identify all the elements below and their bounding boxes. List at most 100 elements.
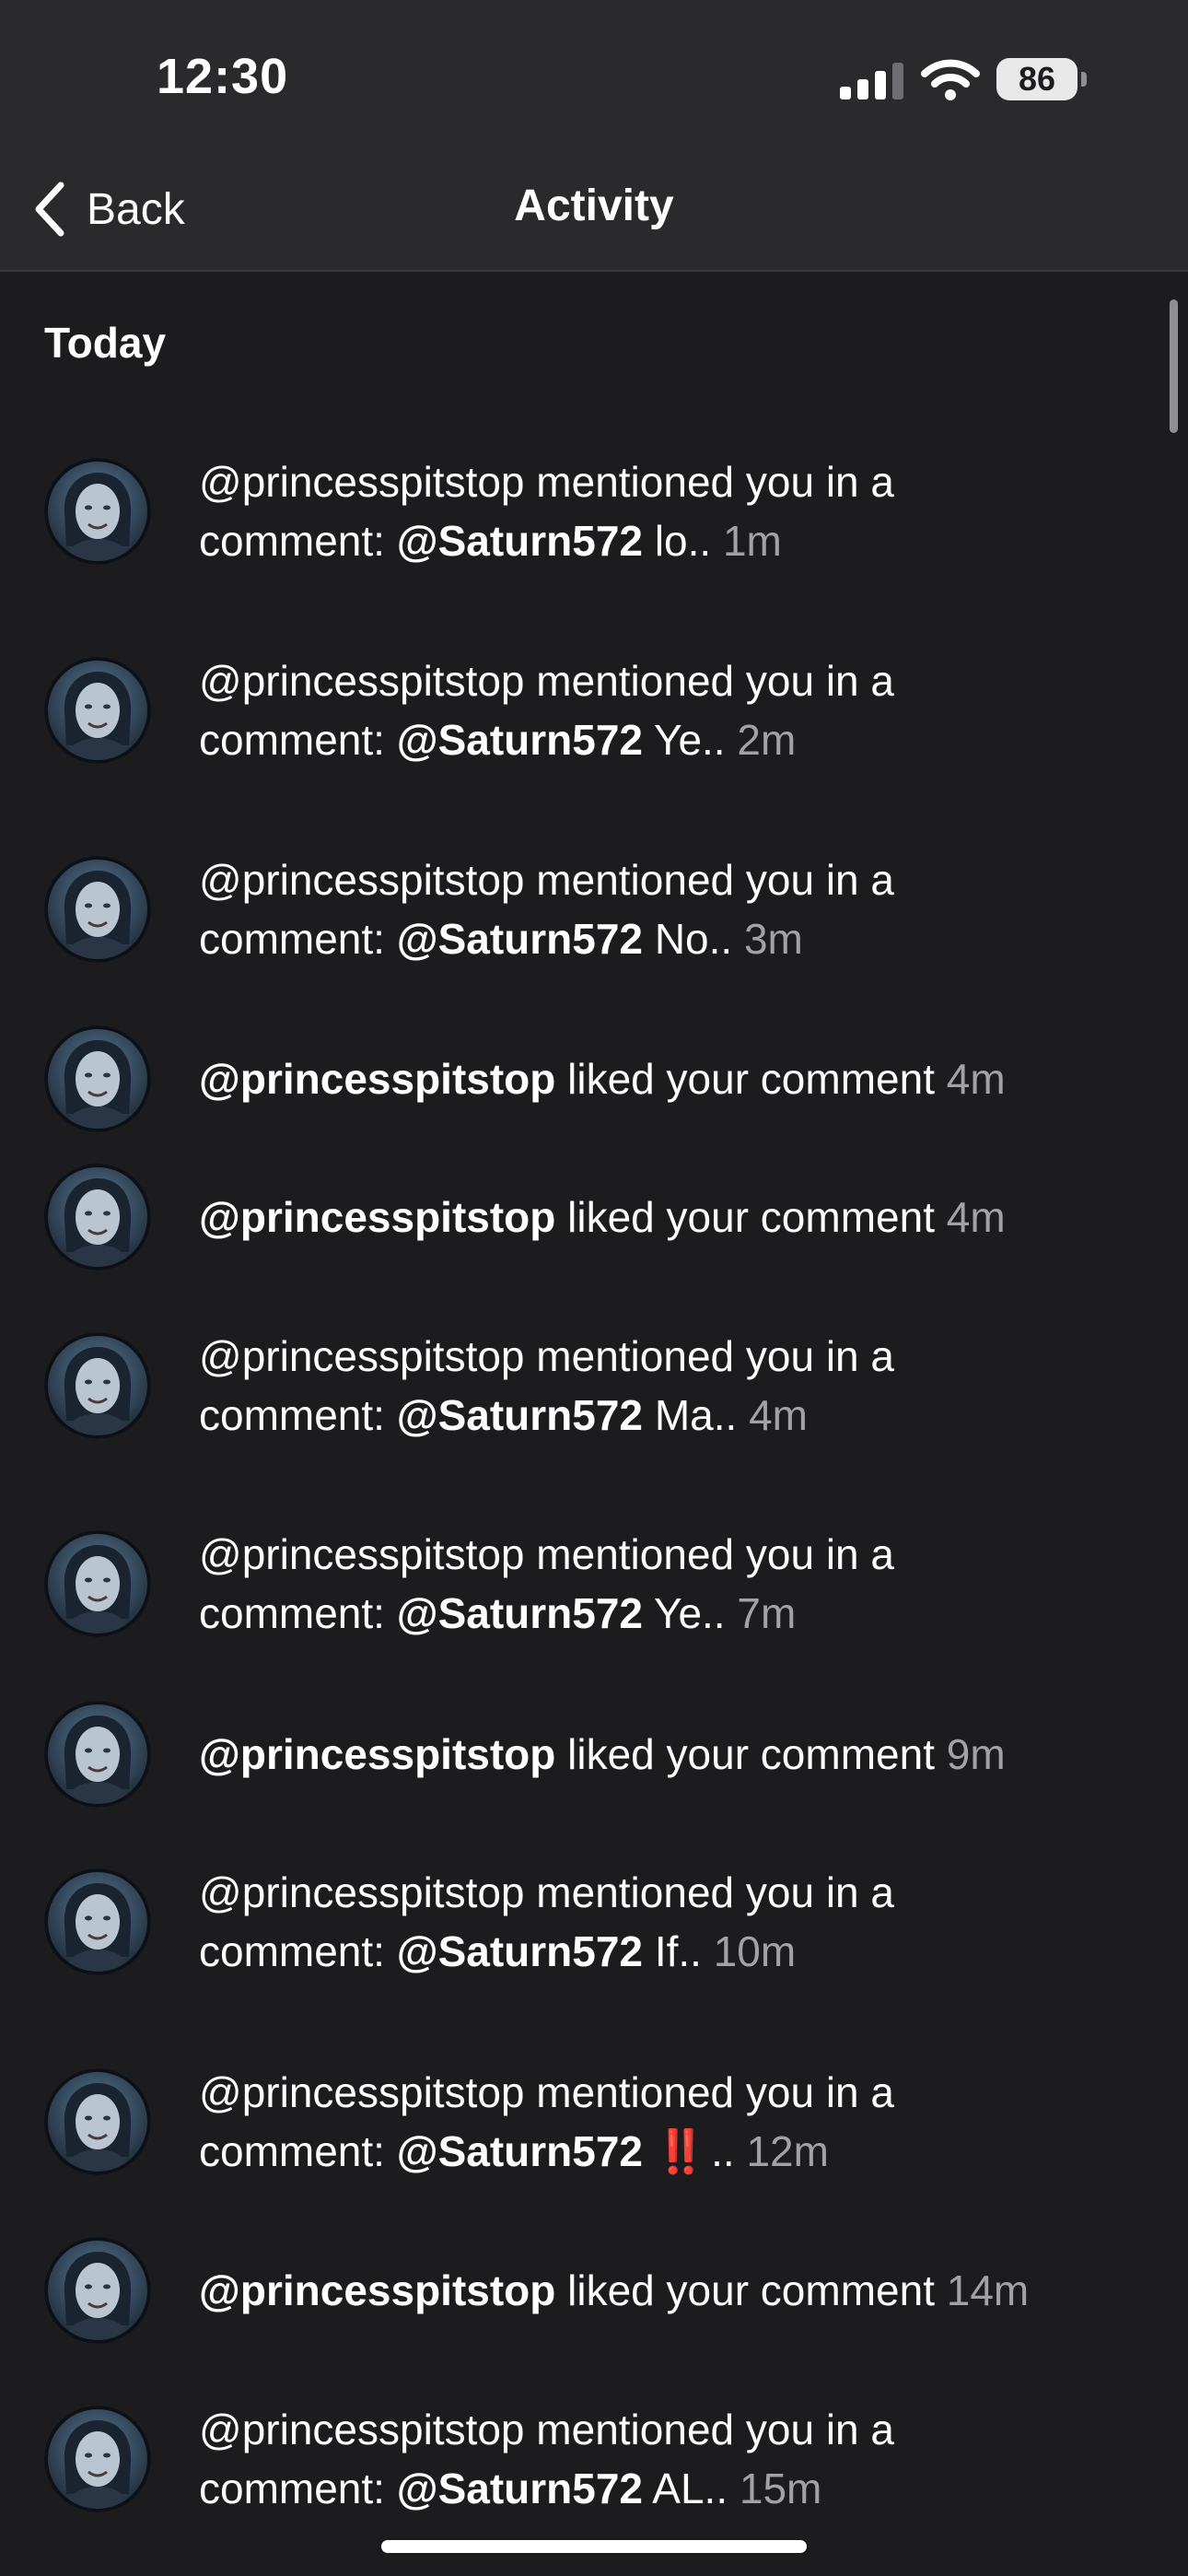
comment-prefix: comment: bbox=[199, 2127, 385, 2175]
timestamp: 12m bbox=[746, 2127, 829, 2175]
comment-prefix: comment: bbox=[199, 915, 385, 963]
comment-snippet: Ma.. bbox=[654, 1391, 738, 1439]
activity-text: @princesspitstop liked your comment 9m bbox=[199, 1725, 1138, 1784]
username[interactable]: @princesspitstop bbox=[199, 657, 525, 705]
activity-action: mentioned you in a bbox=[536, 2406, 895, 2453]
section-header-today: Today bbox=[44, 319, 167, 367]
page-title: Activity bbox=[514, 181, 674, 230]
avatar[interactable] bbox=[44, 2068, 151, 2175]
avatar[interactable] bbox=[44, 2406, 151, 2512]
avatar[interactable] bbox=[44, 1025, 151, 1132]
comment-snippet: Ye.. bbox=[653, 1589, 726, 1637]
timestamp: 3m bbox=[743, 915, 803, 963]
avatar[interactable] bbox=[44, 1332, 151, 1439]
activity-text: @princesspitstop mentioned you in a comme… bbox=[199, 1863, 1138, 1981]
avatar[interactable] bbox=[44, 1164, 151, 1270]
emoji: ‼️ bbox=[654, 2127, 707, 2175]
comment-prefix: comment: bbox=[199, 1391, 385, 1439]
scrollbar[interactable] bbox=[1170, 299, 1178, 433]
username[interactable]: @princesspitstop bbox=[199, 1730, 555, 1778]
avatar[interactable] bbox=[44, 1701, 151, 1808]
comment-snippet: lo.. bbox=[654, 517, 712, 565]
avatar[interactable] bbox=[44, 1530, 151, 1637]
activity-text: @princesspitstop mentioned you in a comme… bbox=[199, 2063, 1138, 2181]
avatar-photo bbox=[44, 458, 151, 565]
timestamp: 4m bbox=[946, 1193, 1006, 1241]
comment-prefix: comment: bbox=[199, 1927, 385, 1975]
activity-action: mentioned you in a bbox=[536, 856, 895, 904]
activity-action: mentioned you in a bbox=[536, 1332, 895, 1380]
mention-target[interactable]: @Saturn572 bbox=[397, 915, 643, 963]
mention-target[interactable]: @Saturn572 bbox=[397, 517, 643, 565]
activity-action: mentioned you in a bbox=[536, 1530, 895, 1578]
comment-snippet: AL.. bbox=[652, 2465, 728, 2512]
activity-action: liked your comment bbox=[567, 2266, 935, 2314]
comment-prefix: comment: bbox=[199, 517, 385, 565]
username[interactable]: @princesspitstop bbox=[199, 1193, 555, 1241]
comment-prefix: comment: bbox=[199, 2465, 385, 2512]
timestamp: 15m bbox=[739, 2465, 822, 2512]
mention-target[interactable]: @Saturn572 bbox=[397, 1391, 643, 1439]
top-bar: 12:30 86 Back Activity bbox=[0, 0, 1188, 272]
username[interactable]: @princesspitstop bbox=[199, 1332, 525, 1380]
avatar-photo bbox=[44, 2068, 151, 2175]
username[interactable]: @princesspitstop bbox=[199, 1530, 525, 1578]
username[interactable]: @princesspitstop bbox=[199, 1055, 555, 1103]
activity-text: @princesspitstop liked your comment 4m bbox=[199, 1049, 1138, 1108]
username[interactable]: @princesspitstop bbox=[199, 1868, 525, 1916]
username[interactable]: @princesspitstop bbox=[199, 2068, 525, 2116]
mention-target[interactable]: @Saturn572 bbox=[397, 2465, 643, 2512]
status-bar: 12:30 86 bbox=[0, 0, 1188, 157]
avatar[interactable] bbox=[44, 1868, 151, 1975]
activity-text: @princesspitstop mentioned you in a comme… bbox=[199, 850, 1138, 968]
wifi-icon bbox=[921, 59, 980, 100]
timestamp: 14m bbox=[946, 2266, 1030, 2314]
timestamp: 10m bbox=[713, 1927, 797, 1975]
avatar[interactable] bbox=[44, 856, 151, 963]
timestamp: 7m bbox=[737, 1589, 797, 1637]
timestamp: 4m bbox=[946, 1055, 1006, 1103]
timestamp: 2m bbox=[737, 716, 797, 764]
mention-target[interactable]: @Saturn572 bbox=[397, 716, 643, 764]
avatar[interactable] bbox=[44, 657, 151, 764]
avatar-photo bbox=[44, 1164, 151, 1270]
comment-prefix: comment: bbox=[199, 716, 385, 764]
avatar-photo bbox=[44, 1868, 151, 1975]
mention-target[interactable]: @Saturn572 bbox=[397, 1927, 643, 1975]
avatar-photo bbox=[44, 2237, 151, 2344]
activity-text: @princesspitstop mentioned you in a comme… bbox=[199, 452, 1138, 570]
activity-action: mentioned you in a bbox=[536, 2068, 895, 2116]
activity-text: @princesspitstop mentioned you in a comme… bbox=[199, 2400, 1138, 2518]
activity-text: @princesspitstop mentioned you in a comme… bbox=[199, 1327, 1138, 1445]
activity-text: @princesspitstop liked your comment 4m bbox=[199, 1188, 1138, 1247]
avatar-photo bbox=[44, 856, 151, 963]
avatar[interactable] bbox=[44, 458, 151, 565]
activity-action: mentioned you in a bbox=[536, 458, 895, 506]
avatar-photo bbox=[44, 1530, 151, 1637]
activity-action: mentioned you in a bbox=[536, 1868, 895, 1916]
comment-snippet: No.. bbox=[654, 915, 733, 963]
home-indicator[interactable] bbox=[381, 2540, 807, 2553]
activity-action: mentioned you in a bbox=[536, 657, 895, 705]
username[interactable]: @princesspitstop bbox=[199, 2406, 525, 2453]
activity-action: liked your comment bbox=[567, 1055, 935, 1103]
activity-text: @princesspitstop liked your comment 14m bbox=[199, 2261, 1138, 2320]
username[interactable]: @princesspitstop bbox=[199, 856, 525, 904]
avatar-photo bbox=[44, 1332, 151, 1439]
activity-text: @princesspitstop mentioned you in a comme… bbox=[199, 1525, 1138, 1643]
username[interactable]: @princesspitstop bbox=[199, 458, 525, 506]
comment-snippet: Ye.. bbox=[653, 716, 726, 764]
comment-snippet: .. bbox=[711, 2127, 735, 2175]
avatar[interactable] bbox=[44, 2237, 151, 2344]
cellular-signal-icon bbox=[840, 63, 903, 100]
username[interactable]: @princesspitstop bbox=[199, 2266, 555, 2314]
comment-prefix: comment: bbox=[199, 1589, 385, 1637]
mention-target[interactable]: @Saturn572 bbox=[397, 1589, 643, 1637]
timestamp: 4m bbox=[749, 1391, 808, 1439]
avatar-photo bbox=[44, 1701, 151, 1808]
activity-text: @princesspitstop mentioned you in a comme… bbox=[199, 651, 1138, 769]
mention-target[interactable]: @Saturn572 bbox=[397, 2127, 643, 2175]
activity-action: liked your comment bbox=[567, 1730, 935, 1778]
status-time: 12:30 bbox=[157, 49, 289, 104]
battery-indicator: 86 bbox=[996, 58, 1087, 100]
